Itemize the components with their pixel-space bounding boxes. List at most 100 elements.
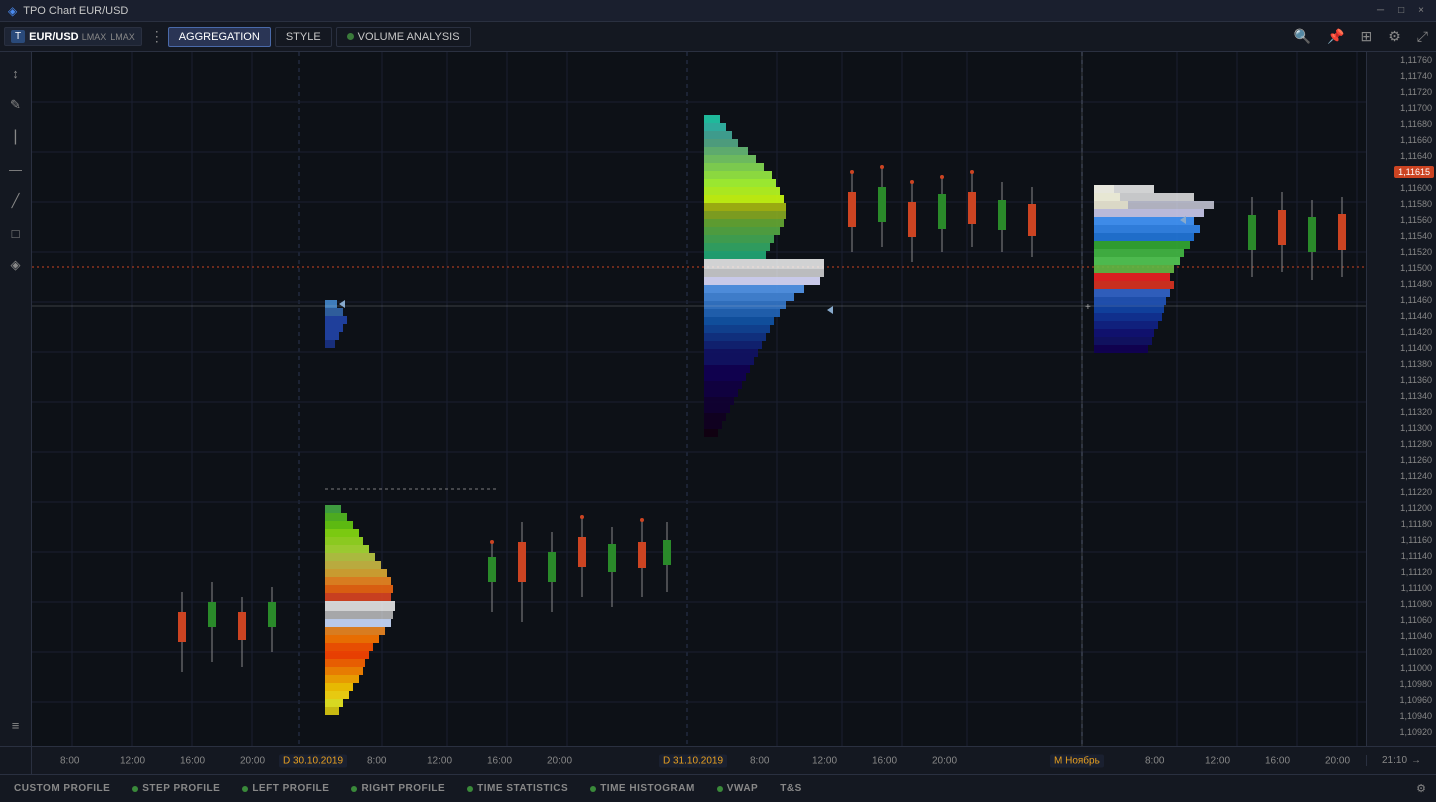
price-label: 1,10940: [1399, 711, 1432, 721]
time-statistics-label: TIME STATISTICS: [477, 783, 568, 794]
list-tool[interactable]: ≡: [3, 712, 29, 738]
price-label: 1,11560: [1400, 215, 1432, 225]
pin-icon[interactable]: 📌: [1323, 26, 1348, 47]
vwap-label: VWAP: [727, 783, 758, 794]
price-label: 1,11400: [1400, 343, 1432, 353]
date-label: D 31.10.2019: [659, 754, 727, 767]
custom-profile-label: CUSTOM PROFILE: [14, 783, 110, 794]
price-label: 1,11020: [1400, 647, 1432, 657]
price-label: 1,10920: [1399, 727, 1432, 737]
price-label: 1,11660: [1400, 135, 1432, 145]
volume-dot: [347, 33, 354, 40]
tab-time-statistics[interactable]: TIME STATISTICS: [457, 780, 578, 797]
title-bar-title: ◈ TPO Chart EUR/USD: [8, 4, 128, 18]
current-time: 21:10: [1382, 755, 1407, 766]
tab-left-profile[interactable]: LEFT PROFILE: [232, 780, 339, 797]
style-button[interactable]: STYLE: [275, 27, 332, 47]
left-profile-label: LEFT PROFILE: [252, 783, 329, 794]
time-label: 20:00: [547, 755, 572, 766]
aggregation-button[interactable]: AGGREGATION: [168, 27, 271, 47]
search-icon[interactable]: 🔍: [1290, 26, 1315, 47]
price-label: 1,11440: [1400, 311, 1432, 321]
step-profile-dot: [132, 786, 138, 792]
tab-vwap[interactable]: VWAP: [707, 780, 768, 797]
ts-label: T&S: [780, 783, 802, 794]
close-button[interactable]: ×: [1414, 4, 1428, 17]
measure-tool[interactable]: ◈: [3, 252, 29, 278]
time-label: 16:00: [487, 755, 512, 766]
price-label: 1,11420: [1400, 327, 1432, 337]
price-label: 1,11640: [1400, 151, 1432, 161]
date-label: D 30.10.2019: [279, 754, 347, 767]
horizontal-line-tool[interactable]: —: [3, 156, 29, 182]
time-axis-right: 21:10 →: [1366, 755, 1436, 766]
time-hist-dot: [590, 786, 596, 792]
time-label: 8:00: [367, 755, 386, 766]
tab-custom-profile[interactable]: CUSTOM PROFILE: [4, 780, 120, 797]
fullscreen-icon[interactable]: ⤢: [1413, 26, 1432, 47]
price-label: 1,11100: [1401, 583, 1432, 593]
tab-right-profile[interactable]: RIGHT PROFILE: [341, 780, 455, 797]
rectangle-tool[interactable]: □: [3, 220, 29, 246]
time-label: 8:00: [1145, 755, 1164, 766]
price-label: 1,11360: [1400, 375, 1432, 385]
price-label: 1,11240: [1400, 471, 1432, 481]
price-label: 1,11380: [1400, 359, 1432, 369]
price-label: 1,11760: [1400, 55, 1432, 65]
window-title: TPO Chart EUR/USD: [23, 5, 128, 17]
time-label: 8:00: [60, 755, 79, 766]
cursor-tool[interactable]: ↕: [3, 60, 29, 86]
current-price-label: 1,11615: [1394, 166, 1434, 178]
price-label: 1,11200: [1400, 503, 1432, 513]
price-label: 1,11680: [1400, 119, 1432, 129]
step-profile-label: STEP PROFILE: [142, 783, 220, 794]
trend-line-tool[interactable]: ╱: [3, 188, 29, 214]
month-label: М Ноябрь: [1050, 754, 1104, 767]
layout-icon[interactable]: ⊞: [1357, 26, 1377, 47]
tab-step-profile[interactable]: STEP PROFILE: [122, 780, 230, 797]
time-arrow: →: [1411, 755, 1421, 766]
chart-type-indicator: T: [11, 30, 25, 43]
price-label: 1,11280: [1400, 439, 1432, 449]
broker-label: LMAX: [110, 32, 135, 42]
vertical-line-tool[interactable]: |: [3, 124, 29, 150]
main-layout: ↕ ✎ | — ╱ □ ◈ ≡: [0, 52, 1436, 746]
title-bar-controls[interactable]: ─ □ ×: [1373, 4, 1428, 17]
settings-icon[interactable]: ⚙: [1384, 26, 1405, 47]
tab-time-histogram[interactable]: TIME HISTOGRAM: [580, 780, 705, 797]
price-label: 1,11700: [1400, 103, 1432, 113]
chart-area[interactable]: +: [32, 52, 1366, 746]
time-label: 12:00: [1205, 755, 1230, 766]
time-bar: 8:00 12:00 16:00 20:00 D 30.10.2019 8:00…: [0, 746, 1436, 774]
price-label: 1,11300: [1400, 423, 1432, 433]
tab-ts[interactable]: T&S: [770, 780, 812, 797]
symbol-info: EUR/USD LMAX: [29, 31, 106, 43]
chart-svg: +: [32, 52, 1366, 746]
price-label: 1,11140: [1401, 551, 1432, 561]
maximize-button[interactable]: □: [1394, 4, 1408, 17]
pencil-tool[interactable]: ✎: [3, 92, 29, 118]
time-label: 8:00: [750, 755, 769, 766]
left-profile-dot: [242, 786, 248, 792]
price-label: 1,11260: [1400, 455, 1432, 465]
svg-text:+: +: [1085, 302, 1091, 313]
title-bar: ◈ TPO Chart EUR/USD ─ □ ×: [0, 0, 1436, 22]
price-axis: 1,11760 1,11740 1,11720 1,11700 1,11680 …: [1366, 52, 1436, 746]
price-label: 1,11320: [1400, 407, 1432, 417]
symbol-selector[interactable]: T EUR/USD LMAX LMAX: [4, 27, 142, 46]
price-label: 1,11740: [1400, 71, 1432, 81]
price-label: 1,11120: [1401, 567, 1432, 577]
minimize-button[interactable]: ─: [1373, 4, 1388, 17]
bottom-settings-icon[interactable]: ⚙: [1410, 779, 1432, 798]
volume-analysis-button[interactable]: VOLUME ANALYSIS: [336, 27, 471, 47]
price-label: 1,11600: [1400, 183, 1432, 193]
bottom-tabs: CUSTOM PROFILE STEP PROFILE LEFT PROFILE…: [0, 774, 1436, 802]
right-profile-dot: [351, 786, 357, 792]
time-labels-area: 8:00 12:00 16:00 20:00 D 30.10.2019 8:00…: [32, 747, 1366, 774]
symbol-menu-icon[interactable]: ⋮: [150, 28, 164, 45]
left-toolbar: ↕ ✎ | — ╱ □ ◈ ≡: [0, 52, 32, 746]
symbol-name: EUR/USD: [29, 31, 79, 43]
time-label: 12:00: [812, 755, 837, 766]
time-stats-dot: [467, 786, 473, 792]
price-label: 1,11160: [1401, 535, 1432, 545]
